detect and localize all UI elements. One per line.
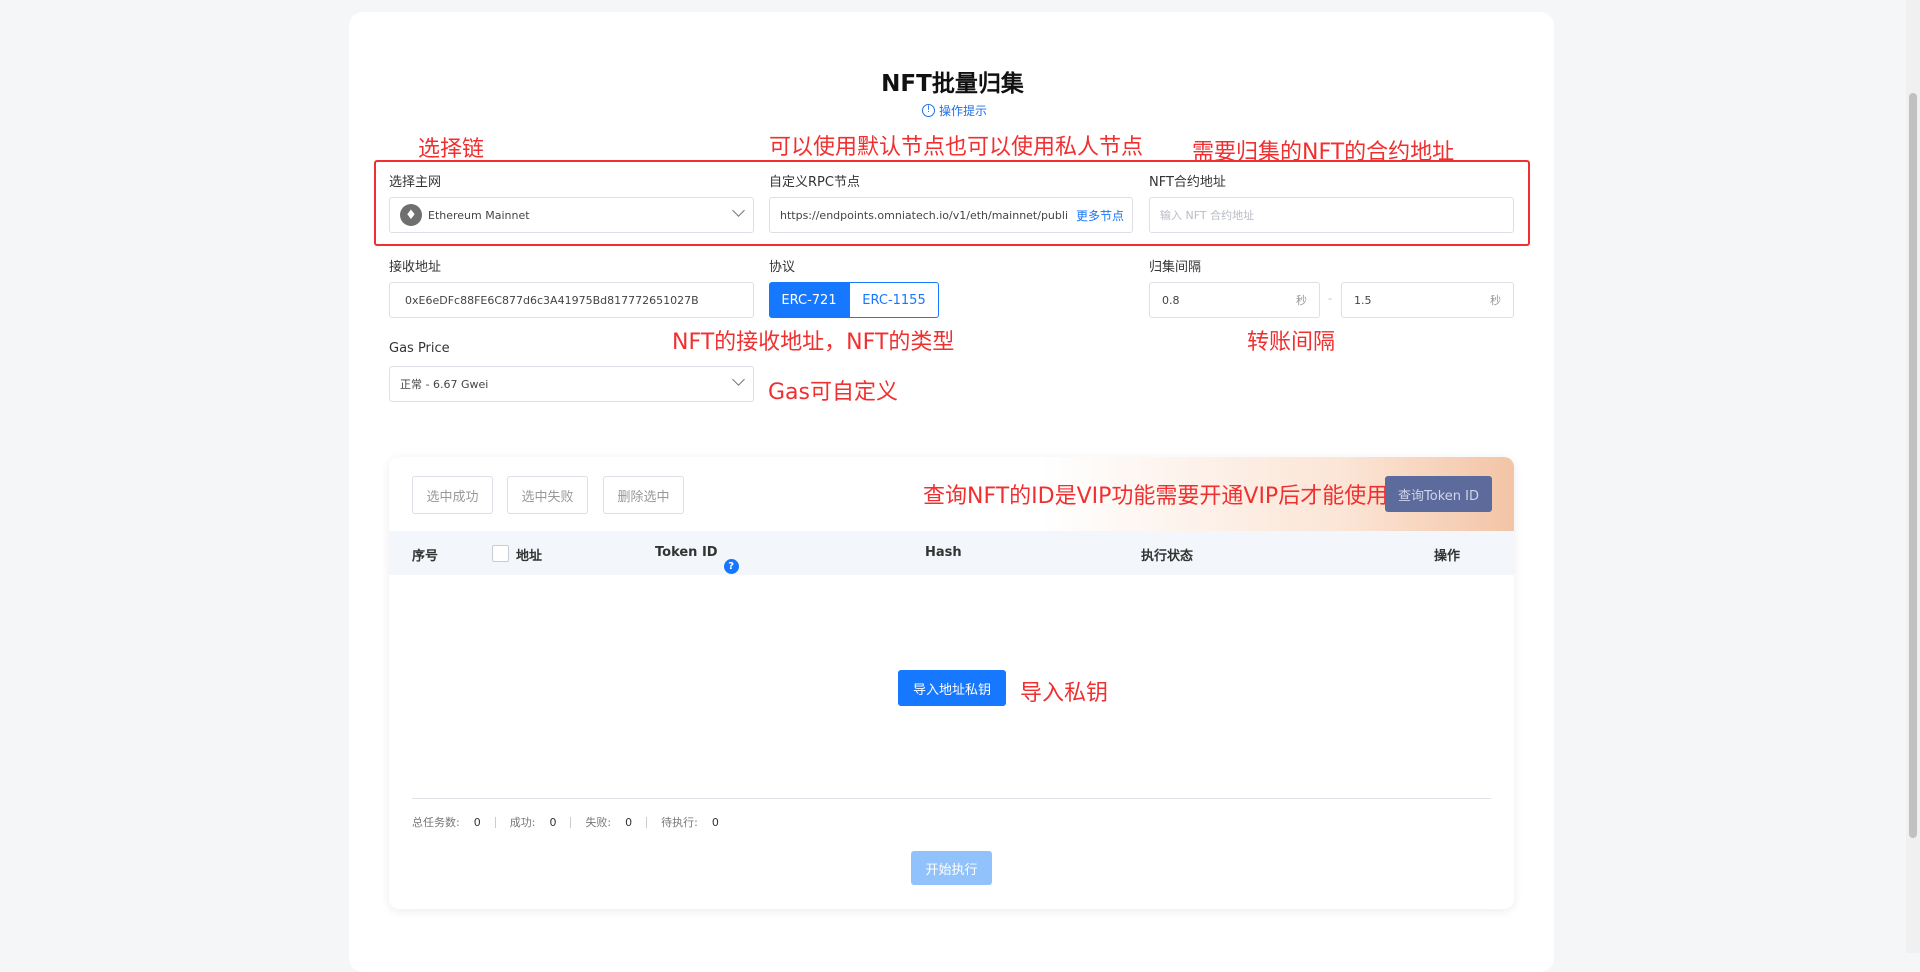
stat-divider (646, 816, 648, 828)
rpc-input[interactable]: https://endpoints.omniatech.io/v1/eth/ma… (769, 197, 1133, 233)
col-token-id-label: Token ID (655, 545, 718, 560)
stat-divider (494, 816, 496, 828)
stat-pending-value: 0 (711, 815, 719, 829)
receive-address-input[interactable]: 0xE6eDFc88FE6C877d6c3A41975Bd81777265102… (389, 282, 754, 318)
col-token-id: Token ID? (655, 545, 739, 574)
interval-max-input[interactable]: 1.5 秒 (1341, 282, 1514, 318)
stat-pending-label: 待执行: (661, 816, 698, 829)
annotation-chain: 选择链 (418, 137, 485, 162)
interval-separator: - (1328, 292, 1332, 305)
annotation-gas: Gas可自定义 (768, 380, 898, 405)
col-hash: Hash (925, 545, 962, 560)
annotation-vip: 查询NFT的ID是VIP功能需要开通VIP后才能使用 (923, 484, 1389, 509)
select-fail-button[interactable]: 选中失败 (507, 476, 588, 514)
delete-selected-button[interactable]: 删除选中 (603, 476, 684, 514)
select-all-checkbox[interactable] (492, 545, 509, 562)
stat-success-value: 0 (549, 815, 557, 829)
stat-divider (570, 816, 572, 828)
annotation-rpc: 可以使用默认节点也可以使用私人节点 (769, 135, 1144, 160)
start-execute-button[interactable]: 开始执行 (911, 851, 992, 885)
select-success-button[interactable]: 选中成功 (412, 476, 493, 514)
stat-total-label: 总任务数: (412, 816, 460, 829)
table-header: 序号 地址 Token ID? Hash 执行状态 操作 (389, 531, 1514, 575)
query-token-id-button[interactable]: 查询Token ID (1385, 476, 1492, 512)
col-index: 序号 (412, 549, 439, 564)
stat-total-value: 0 (473, 815, 481, 829)
interval-max-value: 1.5 (1354, 293, 1372, 307)
operation-hint-link[interactable]: ! 操作提示 (922, 102, 987, 119)
col-action: 操作 (1434, 549, 1461, 564)
annotation-import: 导入私钥 (1020, 681, 1109, 706)
gas-price-label: Gas Price (389, 341, 450, 356)
network-select[interactable]: ♦ Ethereum Mainnet (389, 197, 754, 233)
interval-label: 归集间隔 (1149, 260, 1202, 275)
stat-fail-value: 0 (625, 815, 633, 829)
interval-min-value: 0.8 (1162, 293, 1180, 307)
stat-fail-label: 失败: (585, 816, 612, 829)
col-status: 执行状态 (1141, 549, 1194, 564)
task-stats: 总任务数: 0 成功: 0 失败: 0 待执行: 0 (412, 814, 719, 830)
more-nodes-link[interactable]: 更多节点 (1076, 207, 1124, 224)
rpc-value: https://endpoints.omniatech.io/v1/eth/ma… (780, 208, 1068, 222)
stat-success-label: 成功: (509, 816, 536, 829)
gas-price-value: 正常 - 6.67 Gwei (400, 378, 489, 391)
protocol-erc721[interactable]: ERC-721 (769, 282, 849, 318)
chevron-down-icon (732, 204, 745, 217)
panel-divider (412, 798, 1491, 799)
protocol-label: 协议 (769, 260, 796, 275)
interval-min-unit: 秒 (1296, 294, 1307, 307)
contract-label: NFT合约地址 (1149, 175, 1226, 190)
interval-max-unit: 秒 (1490, 294, 1501, 307)
contract-placeholder: 输入 NFT 合约地址 (1160, 209, 1255, 222)
contract-input[interactable]: 输入 NFT 合约地址 (1149, 197, 1514, 233)
import-private-key-button[interactable]: 导入地址私钥 (898, 670, 1006, 706)
protocol-toggle: ERC-721 ERC-1155 (769, 282, 939, 318)
col-address: 地址 (516, 549, 543, 564)
network-value: Ethereum Mainnet (428, 208, 530, 222)
network-label: 选择主网 (389, 175, 442, 190)
protocol-erc1155[interactable]: ERC-1155 (849, 282, 939, 318)
annotation-receive-protocol: NFT的接收地址，NFT的类型 (672, 330, 955, 355)
receive-address-value: 0xE6eDFc88FE6C877d6c3A41975Bd81777265102… (405, 293, 699, 307)
info-icon: ! (922, 104, 935, 117)
annotation-interval: 转账间隔 (1247, 330, 1336, 355)
ethereum-icon: ♦ (400, 204, 422, 226)
chevron-down-icon (732, 373, 745, 386)
gas-price-select[interactable]: 正常 - 6.67 Gwei (389, 366, 754, 402)
page-title: NFT批量归集 (881, 71, 1024, 97)
task-panel: 选中成功 选中失败 删除选中 查询NFT的ID是VIP功能需要开通VIP后才能使… (389, 457, 1514, 909)
operation-hint-label: 操作提示 (939, 104, 988, 118)
rpc-label: 自定义RPC节点 (769, 175, 860, 190)
scrollbar-thumb[interactable] (1909, 93, 1917, 838)
receive-label: 接收地址 (389, 260, 442, 275)
help-icon[interactable]: ? (723, 559, 739, 574)
interval-min-input[interactable]: 0.8 秒 (1149, 282, 1320, 318)
